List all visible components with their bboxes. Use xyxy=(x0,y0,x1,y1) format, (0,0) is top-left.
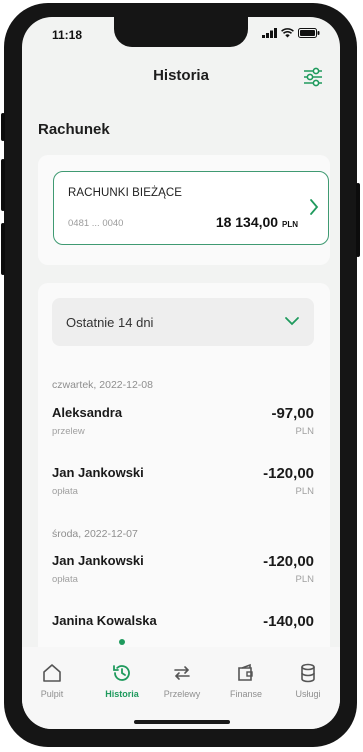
notch xyxy=(114,17,248,47)
active-tab-indicator xyxy=(119,639,125,645)
transactions-panel: Ostatnie 14 dni czwartek, 2022-12-08 Ale… xyxy=(38,283,330,653)
transaction-name: Janina Kowalska xyxy=(52,613,157,628)
nav-item-finanse[interactable]: Finanse xyxy=(218,661,274,699)
services-icon xyxy=(301,663,315,683)
transaction-type: przelew xyxy=(52,426,85,437)
history-icon xyxy=(113,665,130,681)
volume-down-button xyxy=(1,223,5,275)
day-header: czwartek, 2022-12-08 xyxy=(52,379,153,391)
transaction-currency: PLN xyxy=(295,486,314,497)
period-dropdown[interactable]: Ostatnie 14 dni xyxy=(52,298,314,346)
nav-item-pulpit[interactable]: Pulpit xyxy=(24,661,80,699)
power-button xyxy=(356,183,360,257)
transaction-amount: -97,00 xyxy=(271,405,314,422)
wallet-icon xyxy=(238,663,253,681)
account-balance: 18 134,00 PLN xyxy=(216,214,298,230)
nav-label: Usługi xyxy=(295,689,321,699)
transaction-type: opłata xyxy=(52,486,78,497)
signal-icon xyxy=(262,28,277,38)
account-balance-value: 18 134,00 xyxy=(215,214,279,230)
transaction-type: opłata xyxy=(52,574,78,585)
home-indicator xyxy=(134,720,230,724)
transaction-amount: -120,00 xyxy=(263,465,314,482)
account-currency: PLN xyxy=(282,220,298,229)
transaction-currency: PLN xyxy=(295,574,314,585)
account-name: RACHUNKI BIEŻĄCE xyxy=(68,187,183,199)
system-icons xyxy=(262,28,320,38)
transaction-name: Jan Jankowski xyxy=(52,553,144,568)
wifi-icon xyxy=(281,28,294,38)
transaction-row[interactable]: Aleksandra przelew -97,00 PLN xyxy=(52,405,314,447)
transaction-currency: PLN xyxy=(295,426,314,437)
phone-frame: 11:18 Historia Rachunek RACHUNKI BIEŻĄCE… xyxy=(1,3,360,747)
transaction-name: Jan Jankowski xyxy=(52,465,144,480)
transaction-amount: -140,00 xyxy=(263,613,314,630)
bottom-nav: Pulpit Historia Przelewy Finanse Usługi xyxy=(22,647,340,729)
transaction-amount: -120,00 xyxy=(263,553,314,570)
nav-label: Przelewy xyxy=(163,689,201,699)
nav-label: Pulpit xyxy=(40,689,64,699)
page-title: Historia xyxy=(153,67,209,84)
transaction-row[interactable]: Jan Jankowski opłata -120,00 PLN xyxy=(52,553,314,595)
volume-up-button xyxy=(1,159,5,211)
nav-item-historia[interactable]: Historia xyxy=(94,661,150,699)
sliders-icon[interactable] xyxy=(302,66,324,88)
chevron-down-icon xyxy=(285,317,299,326)
status-bar: 11:18 xyxy=(22,17,340,53)
transfer-icon xyxy=(174,666,190,680)
home-icon xyxy=(43,664,61,682)
transaction-name: Aleksandra xyxy=(52,405,123,420)
battery-icon xyxy=(298,28,320,38)
clock: 11:18 xyxy=(52,28,83,42)
nav-label: Finanse xyxy=(229,689,263,699)
nav-item-przelewy[interactable]: Przelewy xyxy=(154,661,210,699)
nav-label: Historia xyxy=(105,689,139,699)
top-bar: Historia xyxy=(22,59,340,93)
chevron-right-icon xyxy=(310,199,319,215)
nav-item-uslugi[interactable]: Usługi xyxy=(280,661,336,699)
account-number: 0481 ... 0040 xyxy=(68,218,124,229)
mute-switch xyxy=(1,113,5,141)
transaction-row[interactable]: Jan Jankowski opłata -120,00 PLN xyxy=(52,465,314,507)
account-section: RACHUNKI BIEŻĄCE 0481 ... 0040 18 134,00… xyxy=(38,155,330,265)
section-title: Rachunek xyxy=(38,121,110,138)
period-label: Ostatnie 14 dni xyxy=(66,315,154,330)
app-screen: 11:18 Historia Rachunek RACHUNKI BIEŻĄCE… xyxy=(22,17,340,729)
day-header: środa, 2022-12-07 xyxy=(52,528,138,540)
account-card[interactable]: RACHUNKI BIEŻĄCE 0481 ... 0040 18 134,00… xyxy=(53,171,329,245)
